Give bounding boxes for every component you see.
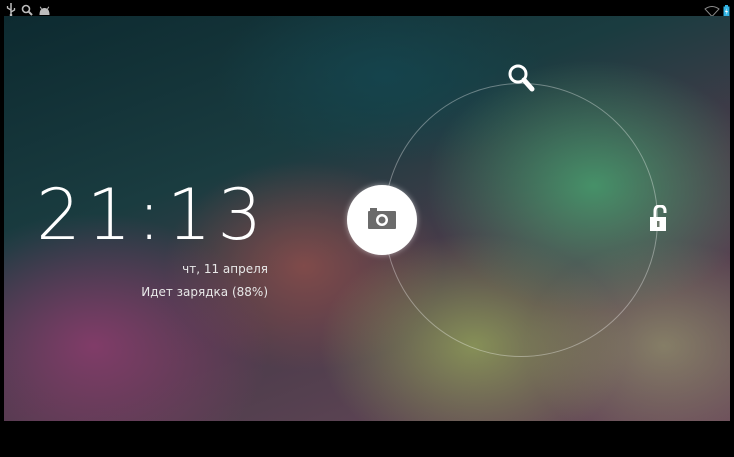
camera-icon	[367, 206, 397, 234]
navigation-bar	[0, 421, 734, 457]
unlock-icon	[648, 204, 670, 237]
lockscreen-date: чт, 11 апреля	[182, 262, 268, 276]
unlock-ring	[384, 83, 658, 357]
charging-status: Идет зарядка (88%)	[141, 285, 268, 299]
lockscreen-clock: 21:13	[36, 174, 268, 256]
camera-handle[interactable]	[347, 185, 417, 255]
search-target[interactable]	[505, 64, 537, 96]
status-bar	[0, 0, 734, 18]
unlock-target[interactable]	[643, 204, 675, 237]
search-icon	[506, 62, 536, 98]
